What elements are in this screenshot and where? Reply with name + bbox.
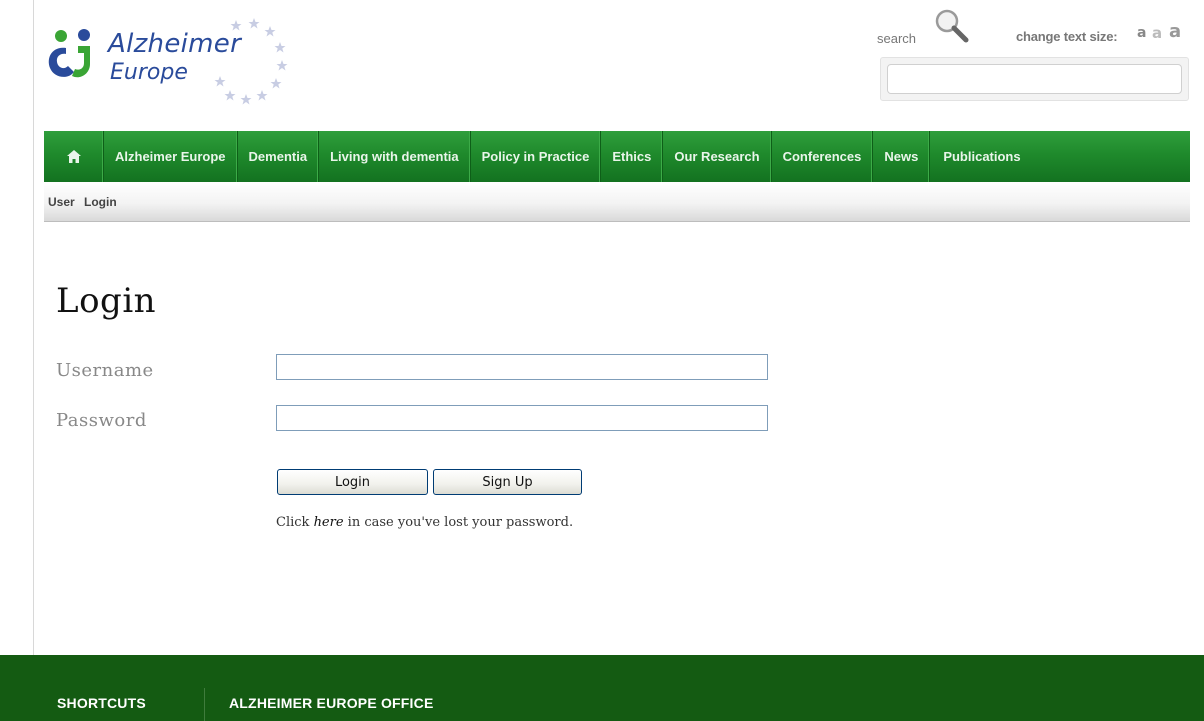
breadcrumb-item-user[interactable]: User xyxy=(48,195,75,209)
magnifier-icon[interactable] xyxy=(932,7,972,45)
footer-heading-shortcuts: SHORTCUTS xyxy=(57,695,146,711)
lost-password-suffix: in case you've lost your password. xyxy=(343,515,574,530)
nav-item-news[interactable]: News xyxy=(873,131,931,182)
main-nav: Alzheimer Europe Dementia Living with de… xyxy=(44,131,1190,182)
alzheimer-europe-logo-icon xyxy=(48,29,90,78)
nav-item-policy-in-practice[interactable]: Policy in Practice xyxy=(471,131,602,182)
page-border xyxy=(33,0,34,655)
nav-item-ethics[interactable]: Ethics xyxy=(601,131,664,182)
footer-heading-office: ALZHEIMER EUROPE OFFICE xyxy=(229,695,434,711)
text-size-medium-button[interactable]: a xyxy=(1152,24,1162,42)
sign-up-button[interactable]: Sign Up xyxy=(433,469,582,495)
eu-stars-icon xyxy=(214,18,288,105)
nav-item-living-with-dementia[interactable]: Living with dementia xyxy=(319,131,471,182)
footer-divider xyxy=(204,688,205,721)
nav-item-publications[interactable]: Publications xyxy=(930,131,1031,182)
login-button[interactable]: Login xyxy=(277,469,428,495)
breadcrumb-item-login: Login xyxy=(84,195,117,209)
lost-password-prefix: Click xyxy=(276,515,314,530)
username-input[interactable] xyxy=(276,354,768,380)
nav-item-dementia[interactable]: Dementia xyxy=(238,131,320,182)
search-input[interactable] xyxy=(887,64,1182,94)
nav-home[interactable] xyxy=(44,131,104,182)
home-icon xyxy=(66,150,81,163)
breadcrumb: User Login xyxy=(44,182,1190,222)
lost-password-link[interactable]: here xyxy=(314,515,344,530)
text-size-small-button[interactable]: a xyxy=(1137,25,1146,41)
logo-text-europe: Europe xyxy=(110,60,188,85)
nav-item-our-research[interactable]: Our Research xyxy=(663,131,772,182)
text-size-large-button[interactable]: a xyxy=(1169,21,1181,42)
nav-item-alzheimer-europe[interactable]: Alzheimer Europe xyxy=(104,131,238,182)
site-logo[interactable]: Alzheimer Europe xyxy=(44,14,304,114)
page: Alzheimer Europe search change text size… xyxy=(0,0,1204,721)
search-box xyxy=(880,57,1189,101)
lost-password-text: Click here in case you've lost your pass… xyxy=(276,515,573,530)
text-size-label: change text size: xyxy=(1016,29,1118,44)
password-label: Password xyxy=(56,410,147,431)
search-label: search xyxy=(877,31,917,46)
password-input[interactable] xyxy=(276,405,768,431)
username-label: Username xyxy=(56,360,154,381)
footer: SHORTCUTS ALZHEIMER EUROPE OFFICE xyxy=(0,655,1204,721)
page-title: Login xyxy=(56,281,157,321)
nav-item-conferences[interactable]: Conferences xyxy=(772,131,874,182)
